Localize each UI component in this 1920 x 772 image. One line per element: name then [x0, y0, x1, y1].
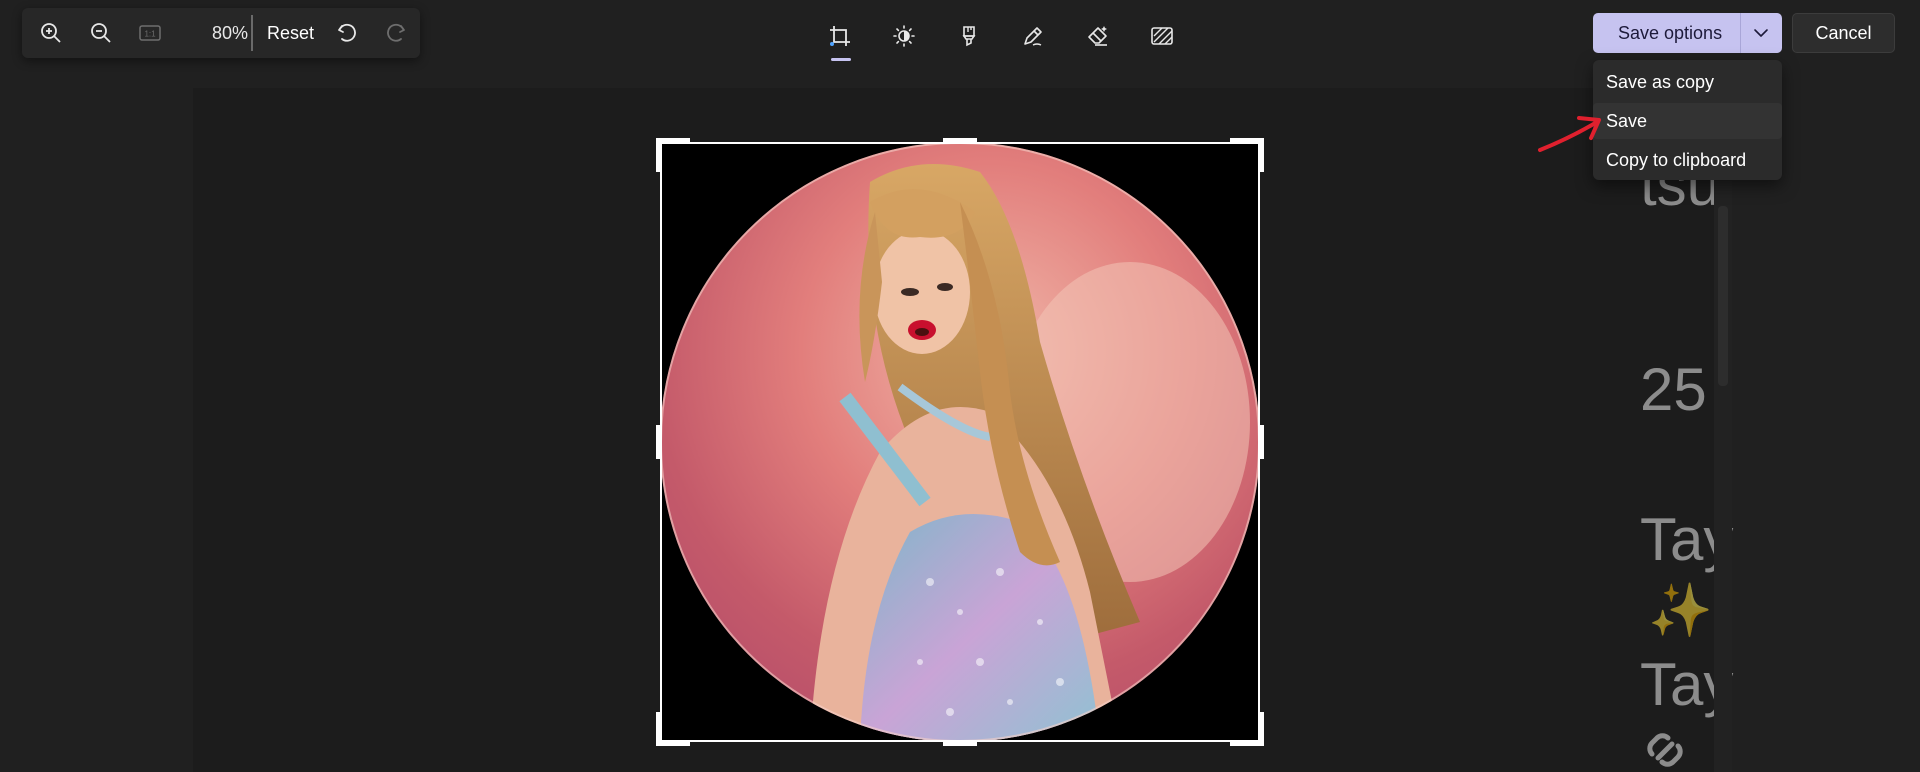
background-tool-button[interactable]: [1144, 18, 1180, 54]
save-options-dropdown[interactable]: [1748, 21, 1774, 45]
link-icon: [1647, 733, 1683, 767]
background-blur-icon: [1151, 27, 1173, 45]
background-text-2: 25: [1640, 356, 1707, 423]
markup-pen-icon: [1024, 27, 1042, 46]
crop-handle-top[interactable]: [943, 138, 977, 143]
active-tool-indicator: [831, 58, 851, 61]
crop-handle-bottom-left-v[interactable]: [656, 712, 662, 746]
zoom-level: 80%: [212, 23, 249, 43]
crop-handle-top-left-v[interactable]: [656, 138, 662, 172]
zoom-out-button[interactable]: [86, 19, 116, 47]
save-options-button[interactable]: Save options: [1593, 13, 1782, 53]
zoom-out-icon: [91, 23, 111, 43]
redo-icon: [387, 23, 405, 42]
portrait-image: [660, 142, 1260, 742]
erase-tool-button[interactable]: [1080, 18, 1116, 54]
filter-icon: [962, 26, 976, 47]
undo-icon: [338, 23, 356, 42]
zoom-in-button[interactable]: [36, 19, 66, 47]
filter-tool-button[interactable]: [951, 18, 987, 54]
crop-handle-right[interactable]: [1259, 425, 1264, 459]
menu-item-save[interactable]: Save: [1593, 103, 1782, 139]
erase-icon: [1088, 26, 1107, 46]
crop-handle-bottom[interactable]: [943, 741, 977, 746]
crop-tool-button[interactable]: [822, 18, 858, 61]
crop-icon: [830, 26, 850, 46]
menu-item-save-as-copy[interactable]: Save as copy: [1593, 64, 1782, 100]
adjust-tool-button[interactable]: [886, 18, 922, 54]
split-divider: [1740, 13, 1741, 53]
svg-text:1:1: 1:1: [144, 30, 156, 39]
actual-size-icon: 1:1: [139, 25, 161, 41]
save-options-label: Save options: [1618, 23, 1723, 43]
chevron-down-icon: [1754, 29, 1768, 37]
photo-editor-window: tsu 25 Tay ✨ Tay 1:1 80% Reset Save opti…: [0, 0, 1920, 772]
actual-size-button[interactable]: 1:1: [135, 19, 165, 47]
toolbar-divider: [251, 15, 253, 51]
crop-handle-top-right-v[interactable]: [1258, 138, 1264, 172]
edited-photo: [660, 142, 1260, 742]
save-options-menu: Save as copy Save Copy to clipboard: [1593, 60, 1782, 180]
zoom-in-icon: [41, 23, 61, 43]
markup-tool-button[interactable]: [1015, 18, 1051, 54]
cancel-button[interactable]: Cancel: [1792, 13, 1895, 53]
redo-button[interactable]: [381, 19, 411, 47]
zoom-toolbar: 1:1 80% Reset: [22, 8, 420, 58]
background-scrollbar: [1714, 88, 1732, 772]
annotation-arrow-icon: [1538, 116, 1601, 152]
adjust-brightness-icon: [893, 25, 915, 47]
menu-item-copy-to-clipboard[interactable]: Copy to clipboard: [1593, 142, 1782, 178]
background-sparkle: ✨: [1648, 582, 1713, 640]
reset-button[interactable]: Reset: [267, 8, 314, 58]
crop-handle-bottom-right-v[interactable]: [1258, 712, 1264, 746]
crop-handle-left[interactable]: [656, 425, 661, 459]
background-scrollbar-thumb: [1718, 206, 1728, 386]
undo-button[interactable]: [332, 19, 362, 47]
